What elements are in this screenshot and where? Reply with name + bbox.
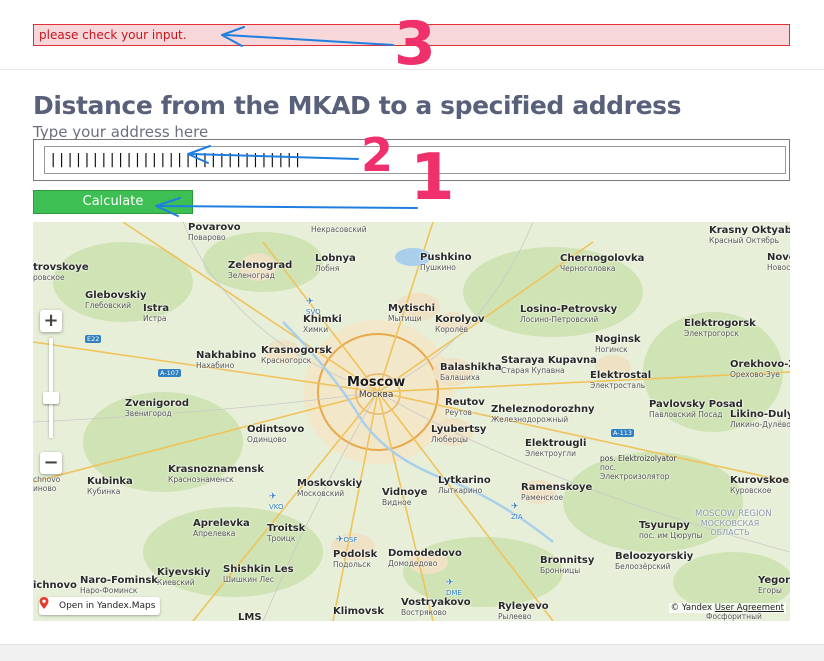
- arrow-2: [189, 153, 359, 160]
- annotation-number-3: 3: [394, 9, 436, 79]
- annotation-number-2: 2: [361, 128, 394, 182]
- annotation-number-1: 1: [410, 141, 455, 215]
- annotation-arrows: [155, 26, 418, 217]
- page: please check your input. Distance from t…: [0, 0, 824, 661]
- arrow-3: [225, 34, 394, 46]
- arrow-1: [157, 205, 418, 209]
